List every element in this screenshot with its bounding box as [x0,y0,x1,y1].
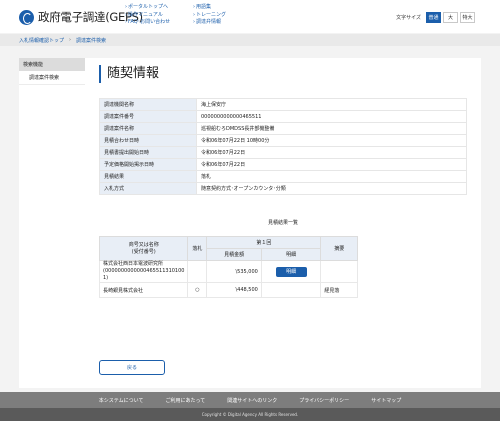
geps-logo-icon [19,9,34,25]
footer-link-related[interactable]: 関連サイトへのリンク [227,397,277,404]
remarks-cell: 経見落 [320,282,358,298]
results-table: 商号又は名称 (受付番号) 落札 第１回 摘要 見積金額 明細 株式会社西日本電… [98,236,358,298]
copyright: Copyright © Digital Agency All Rights Re… [0,408,500,421]
amount-cell: \535,000 [206,260,262,283]
footer-link-sitemap[interactable]: サイトマップ [371,397,401,404]
sidebar-heading: 検索機能 [19,58,85,71]
info-label: 見積書提出開始日時 [99,146,197,159]
info-value: 随意契約方式･オープンカウンタ･分類 [196,182,467,195]
header-links-col1: ポータルトップへ 操作マニュアル FAQ･お問い合わせ [125,4,170,27]
footer-links: 本システムについて ご利用にあたって 関連サイトへのリンク プライバシーポリシー… [0,392,500,408]
company-cell: 株式会社西日本電波研究所 (0000000000000465511310100​… [98,260,189,283]
link-procurement-info[interactable]: 調達弁情報 [193,19,226,27]
info-value: 落札 [196,170,467,183]
award-cell: ○ [187,282,208,298]
info-row: 入札方式 随意契約方式･オープンカウンタ･分類 [99,182,467,195]
remarks-cell [320,260,358,283]
info-label: 見積合わせ日時 [99,134,197,147]
receipt-number: (0000000000000465511310100​1) [103,268,185,281]
info-row: 調達案件名称 巡視船むろDMDSS長井部機整備 [99,122,467,135]
info-row: 見積合わせ日時 令和06年07月22日 10時00分 [99,134,467,147]
link-glossary[interactable]: 用語集 [193,4,226,12]
table-row: 長崎銀見株式会社 ○ \448,500 経見落 [98,282,358,298]
footer-link-terms[interactable]: ご利用にあたって [166,397,206,404]
font-size-normal-button[interactable]: 普通 [426,12,441,23]
info-value: 巡視船むろDMDSS長井部機整備 [196,122,467,135]
results-title: 見積結果一覧 [267,220,298,226]
info-label: 調達案件名称 [99,122,197,135]
col-company-header: 商号又は名称 (受付番号) [98,236,189,261]
info-value: 海上保安庁 [196,98,467,111]
contract-info-table: 調達機関名称 海上保安庁 調達案件番号 0000000000000465511 調達案件… [99,98,467,195]
col-detail-header: 明細 [260,248,322,261]
header-links-col2: 用語集 トレーニング 調達弁情報 [193,4,226,27]
footer-link-privacy[interactable]: プライバシーポリシー [299,397,349,404]
main-content: 随契情報 調達機関名称 海上保安庁 調達案件番号 000000000000046551… [85,58,481,388]
breadcrumb-separator-icon: › [69,37,72,43]
company-cell: 長崎銀見株式会社 [98,282,189,298]
info-row: 見積結果 落札 [99,170,467,183]
font-size-selector: 文字サイズ 普通 大 特大 [396,12,475,23]
amount-cell: \448,500 [206,282,262,298]
breadcrumb-current[interactable]: 調達案件検索 [76,37,106,44]
site-header: 政府電子調達(GEPS) ポータルトップへ 操作マニュアル FAQ･お問い合わせ… [0,0,500,33]
info-row: 調達機関名称 海上保安庁 [99,98,467,111]
link-portal-top[interactable]: ポータルトップへ [125,4,170,12]
info-row: 予定価格開始掲示日時 令和06年07月22日 [99,158,467,171]
sidebar: 検索機能 調達案件検索 [19,58,85,388]
company-name: 株式会社西日本電波研究所 [103,261,164,267]
info-value: 令和06年07月22日 10時00分 [196,134,467,147]
info-value: 令和06年07月22日 [196,158,467,171]
company-name: 長崎銀見株式会社 [103,287,144,294]
page-title: 随契情報 [99,65,159,83]
info-value: 0000000000000465511 [196,110,467,123]
font-size-xlarge-button[interactable]: 特大 [460,12,475,23]
info-label: 調達機関名称 [99,98,197,111]
col-remarks-header: 摘要 [320,236,358,261]
back-button[interactable]: 戻る [99,360,165,375]
detail-cell: 明細 [260,260,322,283]
award-cell [187,260,208,283]
info-label: 予定価格開始掲示日時 [99,158,197,171]
footer-link-about[interactable]: 本システムについて [99,397,144,404]
table-row: 株式会社西日本電波研究所 (0000000000000465511310100​… [98,260,358,283]
col-award-header: 落札 [187,236,208,261]
font-size-label: 文字サイズ [396,15,421,21]
info-row: 調達案件番号 0000000000000465511 [99,110,467,123]
detail-cell [260,282,322,298]
info-label: 調達案件番号 [99,110,197,123]
font-size-large-button[interactable]: 大 [443,12,458,23]
col-round-header: 第１回 [206,236,322,249]
info-value: 令和06年07月22日 [196,146,467,159]
info-label: 見積結果 [99,170,197,183]
info-label: 入札方式 [99,182,197,195]
breadcrumb-top[interactable]: 入札情報確認トップ [19,37,64,44]
sidebar-item-case-search[interactable]: 調達案件検索 [19,71,85,85]
breadcrumb: 入札情報確認トップ › 調達案件検索 [0,34,500,46]
col-amount-header: 見積金額 [206,248,262,261]
info-row: 見積書提出開始日時 令和06年07月22日 [99,146,467,159]
detail-button[interactable]: 明細 [275,266,307,277]
link-faq[interactable]: FAQ･お問い合わせ [125,19,170,27]
